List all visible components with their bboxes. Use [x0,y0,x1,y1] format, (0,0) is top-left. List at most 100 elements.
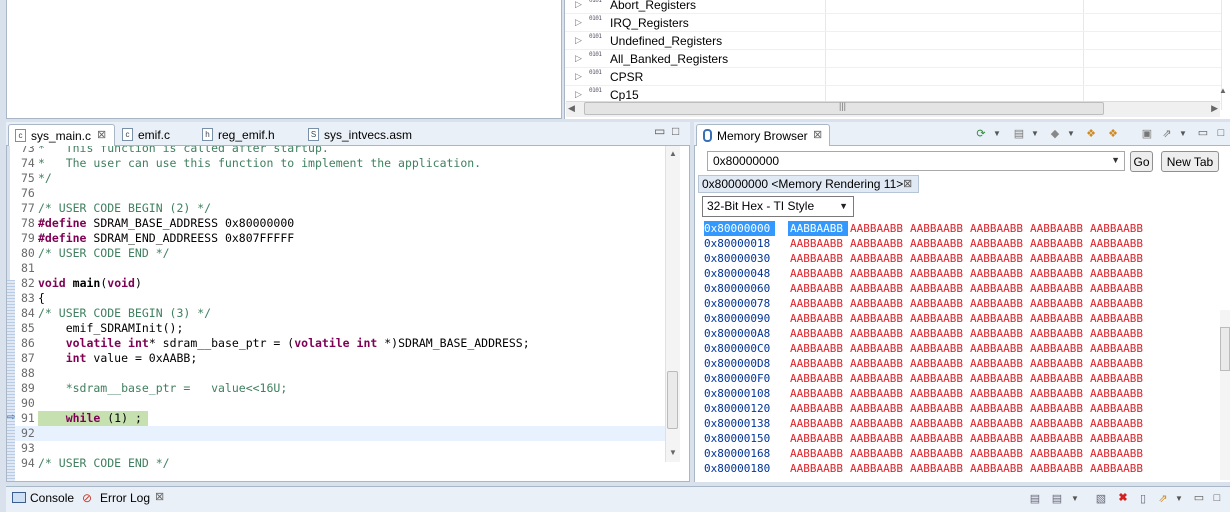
register-group-row[interactable]: ▷ 0101 All_Banked_Registers [565,50,1221,68]
code-line[interactable]: 83{ [7,291,667,306]
memory-value[interactable]: AABBAABB [850,311,903,326]
format-select[interactable]: 32-Bit Hex - TI Style ▼ [702,196,854,217]
chevron-down-icon[interactable]: ▼ [1068,492,1082,506]
memory-value[interactable]: AABBAABB [970,266,1023,281]
minimize-icon[interactable]: ▭ [1196,126,1210,140]
memory-value[interactable]: AABBAABB [910,296,963,311]
memory-value[interactable]: AABBAABB [1090,236,1143,251]
tab-reg-emif-h[interactable]: h reg_emif.h [196,124,300,146]
memory-value[interactable]: AABBAABB [1090,266,1143,281]
memory-value[interactable]: AABBAABB [1030,341,1083,356]
memory-value[interactable]: AABBAABB [850,356,903,371]
go-button[interactable]: Go [1130,151,1153,172]
chevron-down-icon[interactable]: ▼ [1176,127,1190,141]
scroll-left-icon[interactable]: ◀ [568,103,575,114]
memory-value[interactable]: AABBAABB [910,446,963,461]
memory-value[interactable]: AABBAABB [850,296,903,311]
maximize-icon[interactable]: □ [672,124,679,138]
memory-value[interactable]: AABBAABB [850,371,903,386]
memory-value[interactable]: AABBAABB [790,296,843,311]
memory-value[interactable]: AABBAABB [970,401,1023,416]
memory-value[interactable]: AABBAABB [790,266,843,281]
memory-value[interactable]: AABBAABB [790,416,843,431]
memory-value[interactable]: AABBAABB [850,431,903,446]
memory-value[interactable]: AABBAABB [850,401,903,416]
memory-value[interactable]: AABBAABB [910,266,963,281]
code-line[interactable]: 93 [7,441,667,456]
memory-value[interactable]: AABBAABB [910,431,963,446]
chevron-down-icon[interactable]: ▼ [990,127,1004,141]
scroll-right-icon[interactable]: ▶ [1211,103,1218,114]
memory-value[interactable]: AABBAABB [850,386,903,401]
save-memory-icon[interactable]: ▤ [1012,127,1026,141]
tab-memory-browser[interactable]: Memory Browser ⊠ [696,124,830,146]
memory-value[interactable]: AABBAABB [850,341,903,356]
memory-value[interactable]: AABBAABB [910,416,963,431]
code-line[interactable]: 76 [7,186,667,201]
memory-value[interactable]: AABBAABB [850,251,903,266]
chevron-down-icon[interactable]: ▼ [1064,127,1078,141]
scroll-up-icon[interactable]: ▲ [669,149,677,158]
chevron-down-icon[interactable]: ▼ [839,201,848,211]
memory-value[interactable]: AABBAABB [970,311,1023,326]
link-icon[interactable]: ❖ [1084,127,1098,141]
code-line[interactable]: 88 [7,366,667,381]
code-line[interactable]: 86 volatile int* sdram__base_ptr = (vola… [7,336,667,351]
memory-value[interactable]: AABBAABB [1030,236,1083,251]
memory-value[interactable]: AABBAABB [850,281,903,296]
memory-value[interactable]: AABBAABB [850,221,903,236]
memory-value[interactable]: AABBAABB [850,416,903,431]
memory-value[interactable]: AABBAABB [790,236,843,251]
code-line[interactable]: 92 [7,426,667,441]
memory-value[interactable]: AABBAABB [970,461,1023,476]
memory-value[interactable]: AABBAABB [910,386,963,401]
memory-value[interactable]: AABBAABB [970,221,1023,236]
code-line[interactable]: 89 *sdram__base_ptr = value<<16U; [7,381,667,396]
memory-value[interactable]: AABBAABB [1030,431,1083,446]
memory-value[interactable]: AABBAABB [1090,311,1143,326]
memory-value[interactable]: AABBAABB [1090,446,1143,461]
register-group-row[interactable]: ▷ 0101 Abort_Registers [565,0,1221,14]
memory-value[interactable]: AABBAABB [1090,221,1143,236]
memory-value[interactable]: AABBAABB [790,341,843,356]
memory-value[interactable]: AABBAABB [1090,386,1143,401]
memory-value[interactable]: AABBAABB [850,446,903,461]
memory-value[interactable]: AABBAABB [1090,416,1143,431]
memory-value[interactable]: AABBAABB [910,371,963,386]
memory-value[interactable]: AABBAABB [1090,356,1143,371]
memory-value[interactable]: AABBAABB [1030,401,1083,416]
memory-scroll-thumb[interactable] [1220,327,1230,371]
memory-value[interactable]: AABBAABB [850,236,903,251]
memory-value[interactable]: AABBAABB [790,326,843,341]
memory-value[interactable]: AABBAABB [970,296,1023,311]
expand-icon[interactable]: ▷ [575,53,582,64]
scroll-down-icon[interactable]: ▼ [669,448,677,457]
memory-value[interactable]: AABBAABB [1090,296,1143,311]
close-icon[interactable]: ⊠ [155,490,164,503]
memory-value[interactable]: AABBAABB [1090,401,1143,416]
register-group-row[interactable]: ▷ 0101 Undefined_Registers [565,32,1221,50]
address-input[interactable]: 0x80000000 ▼ [707,151,1125,171]
code-line[interactable]: 79 #define SDRAM_END_ADDREESS 0x807FFFFF [7,231,667,246]
memory-value[interactable]: AABBAABB [850,461,903,476]
memory-value[interactable]: AABBAABB [910,281,963,296]
memory-value[interactable]: AABBAABB [1030,281,1083,296]
memory-value[interactable]: AABBAABB [970,326,1023,341]
memory-value[interactable]: AABBAABB [910,326,963,341]
code-line[interactable]: 84/* USER CODE BEGIN (3) */ [7,306,667,321]
import-log-icon[interactable]: ▤ [1050,492,1064,506]
memory-value[interactable]: AABBAABB [910,341,963,356]
expand-icon[interactable]: ▷ [575,35,582,46]
export-log-icon[interactable]: ▤ [1028,492,1042,506]
expand-icon[interactable]: ▷ [575,0,582,10]
tab-error-log[interactable]: Error Log [100,491,150,505]
code-editor[interactable]: ⇨ 73 * This function is called after star… [6,146,690,482]
memory-value[interactable]: AABBAABB [1090,341,1143,356]
memory-value[interactable]: AABBAABB [790,461,843,476]
code-line[interactable]: 87 int value = 0xAABB; [7,351,667,366]
memory-value[interactable]: AABBAABB [970,281,1023,296]
memory-value[interactable]: AABBAABB [790,311,843,326]
minimize-icon[interactable]: ▭ [1192,491,1206,505]
editor-scroll-thumb[interactable] [667,371,678,429]
scroll-up-icon[interactable]: ▲ [1219,86,1227,95]
